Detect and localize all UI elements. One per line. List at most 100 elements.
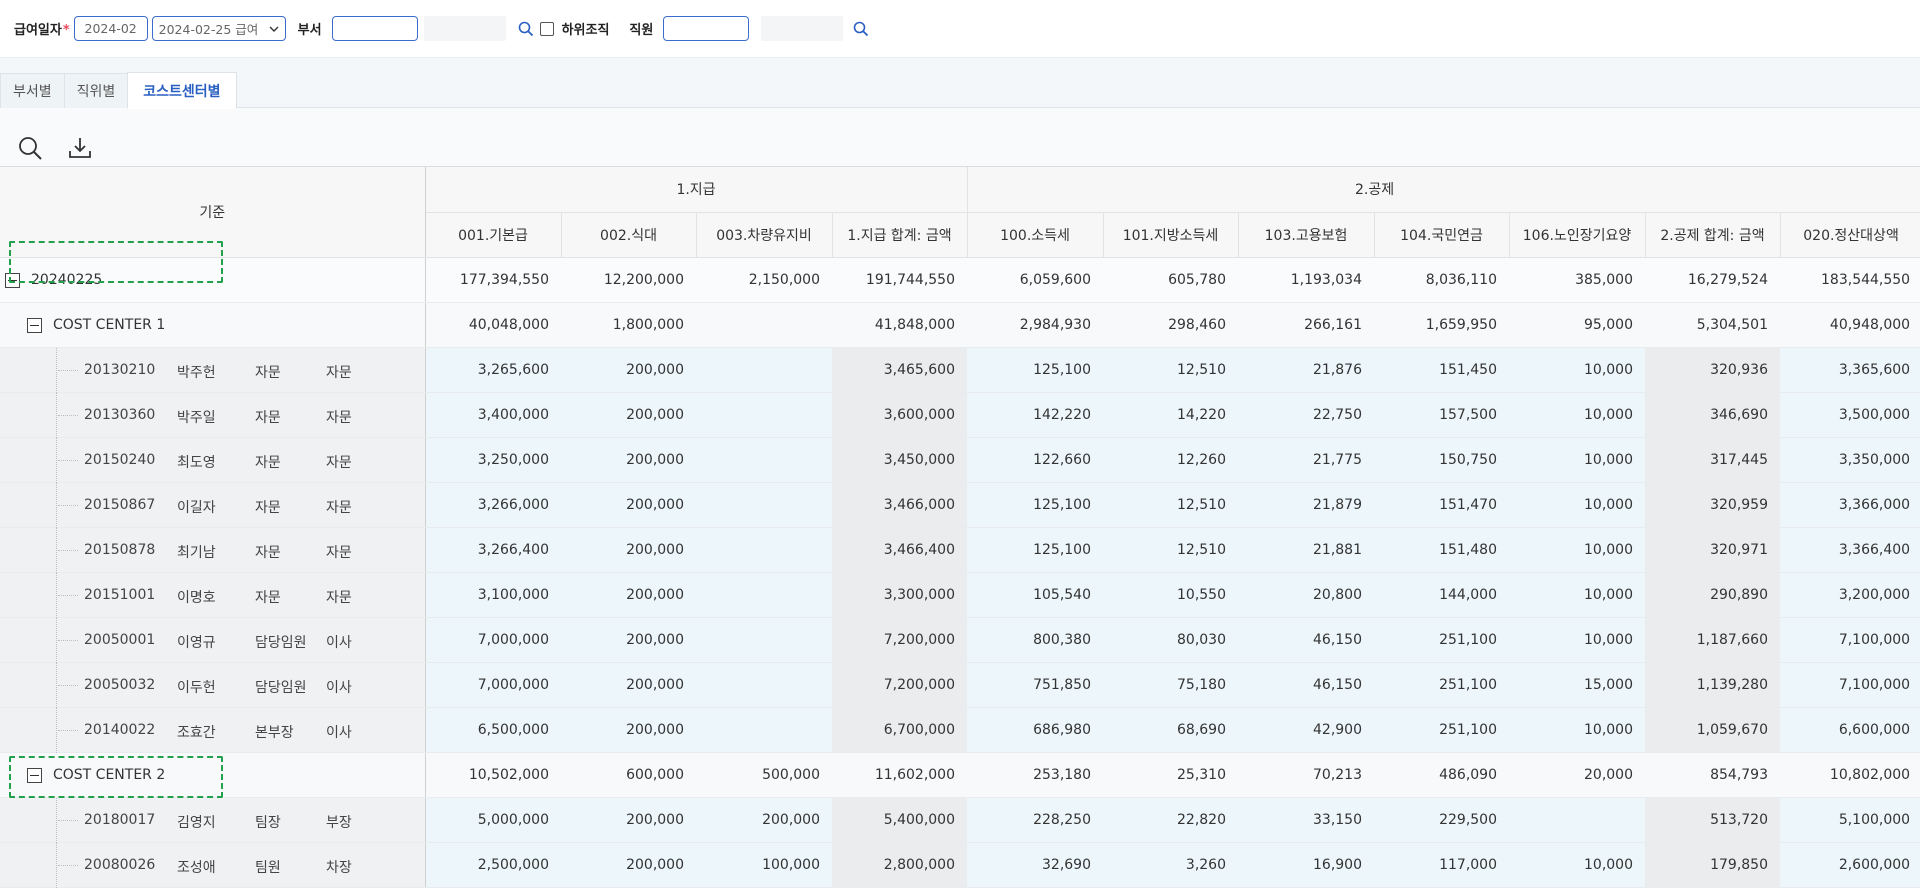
amount-cell[interactable]: 7,200,000 xyxy=(832,617,967,663)
table-row[interactable]: 20130360 박주일 자문 자문 3,400,000 200,000 3,600,000… xyxy=(0,392,1920,438)
amount-cell[interactable]: 117,000 xyxy=(1374,842,1509,888)
amount-cell[interactable]: 12,260 xyxy=(1103,437,1238,483)
amount-cell[interactable]: 25,310 xyxy=(1103,752,1238,798)
amount-cell[interactable]: 151,450 xyxy=(1374,347,1509,393)
amount-cell[interactable]: 1,187,660 xyxy=(1645,617,1780,663)
amount-cell[interactable]: 21,881 xyxy=(1238,527,1374,573)
amount-cell[interactable]: 2,800,000 xyxy=(832,842,967,888)
amount-cell[interactable]: 16,900 xyxy=(1238,842,1374,888)
col-header[interactable]: 101.지방소득세 xyxy=(1103,212,1239,258)
amount-cell[interactable]: 3,366,400 xyxy=(1780,527,1920,573)
amount-cell[interactable]: 3,450,000 xyxy=(832,437,967,483)
amount-cell[interactable]: 6,600,000 xyxy=(1780,707,1920,753)
amount-cell[interactable]: 10,550 xyxy=(1103,572,1238,618)
amount-cell[interactable]: 10,000 xyxy=(1509,527,1645,573)
amount-cell[interactable]: 125,100 xyxy=(967,482,1103,528)
col-header[interactable]: 103.고용보험 xyxy=(1238,212,1375,258)
amount-cell[interactable]: 10,802,000 xyxy=(1780,752,1920,798)
amount-cell[interactable]: 191,744,550 xyxy=(832,257,967,303)
amount-cell[interactable] xyxy=(696,302,832,348)
amount-cell[interactable]: 10,000 xyxy=(1509,482,1645,528)
amount-cell[interactable]: 142,220 xyxy=(967,392,1103,438)
amount-cell[interactable]: 200,000 xyxy=(561,662,696,708)
amount-cell[interactable]: 1,193,034 xyxy=(1238,257,1374,303)
sub-org-checkbox[interactable] xyxy=(539,21,554,36)
tab-by-cost-center[interactable]: 코스트센터별 xyxy=(127,72,237,109)
col-header[interactable]: 104.국민연금 xyxy=(1374,212,1510,258)
amount-cell[interactable]: 12,200,000 xyxy=(561,257,696,303)
amount-cell[interactable]: 3,265,600 xyxy=(425,347,561,393)
amount-cell[interactable]: 10,502,000 xyxy=(425,752,561,798)
amount-cell[interactable]: 1,800,000 xyxy=(561,302,696,348)
amount-cell[interactable]: 10,000 xyxy=(1509,617,1645,663)
amount-cell[interactable]: 1,059,670 xyxy=(1645,707,1780,753)
amount-cell[interactable]: 10,000 xyxy=(1509,392,1645,438)
col-header[interactable]: 020.정산대상액 xyxy=(1780,212,1920,258)
col-header[interactable]: 003.차량유지비 xyxy=(696,212,833,258)
amount-cell[interactable]: 1,659,950 xyxy=(1374,302,1509,348)
amount-cell[interactable]: 6,059,600 xyxy=(967,257,1103,303)
amount-cell[interactable]: 10,000 xyxy=(1509,707,1645,753)
amount-cell[interactable]: 200,000 xyxy=(561,392,696,438)
download-button[interactable] xyxy=(66,134,94,162)
amount-cell[interactable]: 3,465,600 xyxy=(832,347,967,393)
amount-cell[interactable]: 32,690 xyxy=(967,842,1103,888)
amount-cell[interactable]: 6,500,000 xyxy=(425,707,561,753)
amount-cell[interactable]: 2,984,930 xyxy=(967,302,1103,348)
tab-by-position[interactable]: 직위별 xyxy=(63,73,129,108)
amount-cell[interactable]: 5,100,000 xyxy=(1780,797,1920,843)
amount-cell[interactable]: 1,139,280 xyxy=(1645,662,1780,708)
col-header[interactable]: 106.노인장기요양 xyxy=(1509,212,1646,258)
amount-cell[interactable]: 3,266,400 xyxy=(425,527,561,573)
amount-cell[interactable]: 385,000 xyxy=(1509,257,1645,303)
amount-cell[interactable]: 21,879 xyxy=(1238,482,1374,528)
amount-cell[interactable] xyxy=(696,572,832,618)
amount-cell[interactable]: 346,690 xyxy=(1645,392,1780,438)
col-header[interactable]: 002.식대 xyxy=(561,212,697,258)
amount-cell[interactable]: 70,213 xyxy=(1238,752,1374,798)
employee-search-button[interactable] xyxy=(851,19,871,39)
amount-cell[interactable]: 3,260 xyxy=(1103,842,1238,888)
amount-cell[interactable]: 179,850 xyxy=(1645,842,1780,888)
amount-cell[interactable]: 251,100 xyxy=(1374,707,1509,753)
amount-cell[interactable]: 6,700,000 xyxy=(832,707,967,753)
amount-cell[interactable]: 11,602,000 xyxy=(832,752,967,798)
amount-cell[interactable]: 200,000 xyxy=(561,482,696,528)
amount-cell[interactable]: 200,000 xyxy=(561,347,696,393)
col-header[interactable]: 001.기본급 xyxy=(425,212,562,258)
amount-cell[interactable]: 3,500,000 xyxy=(1780,392,1920,438)
table-row[interactable]: 20050032 이두헌 담당임원 이사 7,000,000 200,000 7,200,0… xyxy=(0,662,1920,708)
payroll-select[interactable]: 2024-02-25 급여 xyxy=(151,16,286,41)
amount-cell[interactable]: 75,180 xyxy=(1103,662,1238,708)
amount-cell[interactable]: 200,000 xyxy=(561,842,696,888)
amount-cell[interactable]: 3,600,000 xyxy=(832,392,967,438)
amount-cell[interactable]: 12,510 xyxy=(1103,482,1238,528)
amount-cell[interactable]: 3,365,600 xyxy=(1780,347,1920,393)
amount-cell[interactable] xyxy=(696,482,832,528)
amount-cell[interactable]: 15,000 xyxy=(1509,662,1645,708)
amount-cell[interactable]: 605,780 xyxy=(1103,257,1238,303)
amount-cell[interactable]: 228,250 xyxy=(967,797,1103,843)
amount-cell[interactable]: 14,220 xyxy=(1103,392,1238,438)
table-row[interactable]: 20140022 조효간 본부장 이사 6,500,000 200,000 6,700,00… xyxy=(0,707,1920,753)
amount-cell[interactable]: 177,394,550 xyxy=(425,257,561,303)
amount-cell[interactable]: 46,150 xyxy=(1238,662,1374,708)
amount-cell[interactable]: 183,544,550 xyxy=(1780,257,1920,303)
amount-cell[interactable]: 8,036,110 xyxy=(1374,257,1509,303)
employee-name-field[interactable] xyxy=(761,16,844,41)
amount-cell[interactable]: 800,380 xyxy=(967,617,1103,663)
col-header[interactable]: 1.지급 합계: 금액 xyxy=(832,212,968,258)
dept-code-input[interactable] xyxy=(331,16,418,41)
amount-cell[interactable]: 266,161 xyxy=(1238,302,1374,348)
table-row[interactable]: 20130210 박주헌 자문 자문 3,265,600 200,000 3,465,600… xyxy=(0,347,1920,393)
amount-cell[interactable] xyxy=(1509,797,1645,843)
amount-cell[interactable]: 16,279,524 xyxy=(1645,257,1780,303)
amount-cell[interactable]: 200,000 xyxy=(561,572,696,618)
amount-cell[interactable] xyxy=(696,437,832,483)
amount-cell[interactable] xyxy=(696,392,832,438)
table-row[interactable]: 20150240 최도영 자문 자문 3,250,000 200,000 3,450,000… xyxy=(0,437,1920,483)
table-row[interactable]: 20180017 김영지 팀장 부장 5,000,000 200,000 200,000 5,… xyxy=(0,797,1920,843)
table-row[interactable]: 20080026 조성애 팀원 차장 2,500,000 200,000 100,000 2,… xyxy=(0,842,1920,888)
amount-cell[interactable]: 854,793 xyxy=(1645,752,1780,798)
amount-cell[interactable]: 144,000 xyxy=(1374,572,1509,618)
